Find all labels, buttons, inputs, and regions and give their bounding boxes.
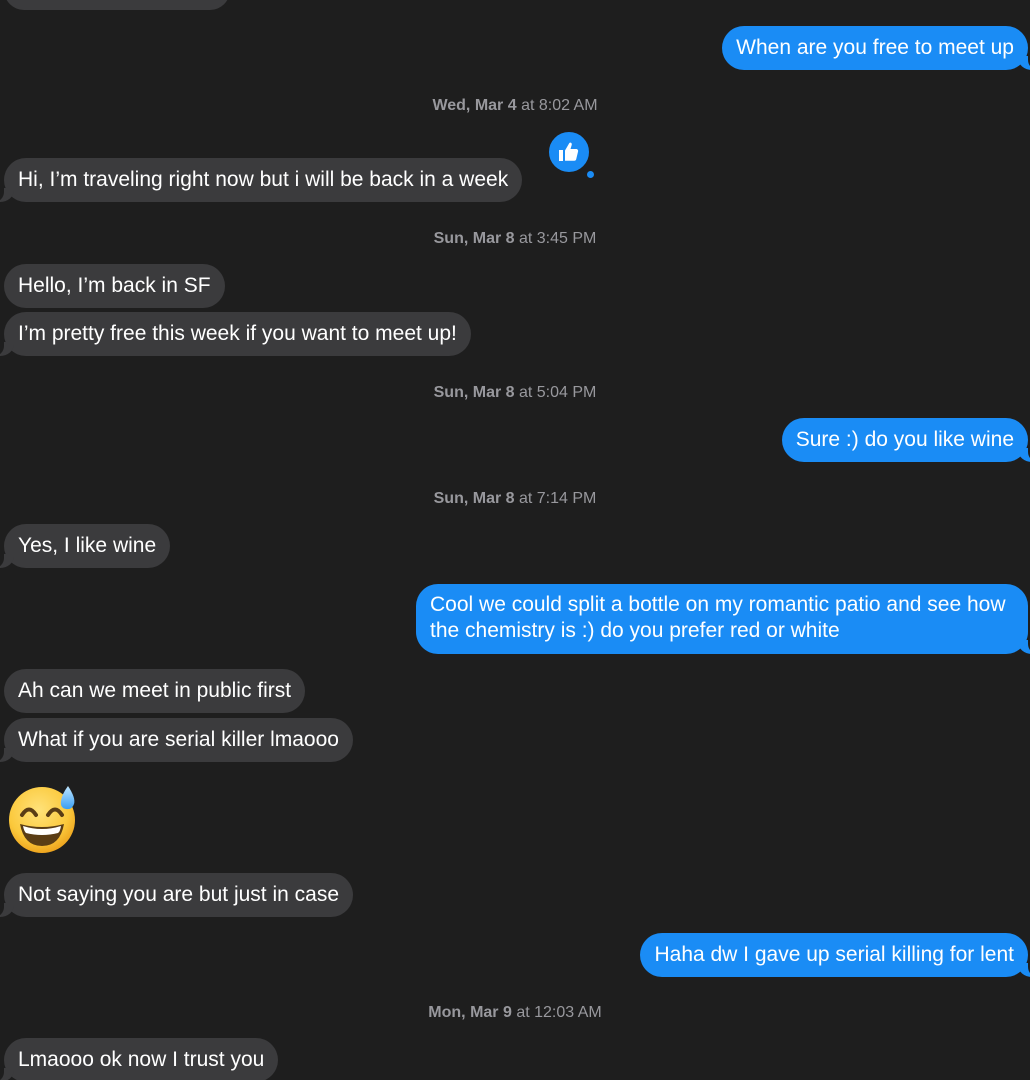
timestamp-time: at 3:45 PM bbox=[518, 230, 597, 247]
message-bubble-sent[interactable]: When are you free to meet up bbox=[722, 26, 1030, 70]
emoji-message[interactable] bbox=[8, 782, 80, 854]
message-bubble-sent[interactable]: Cool we could split a bottle on my roman… bbox=[416, 584, 1030, 654]
message-bubble-received[interactable]: Hi, I’m traveling right now but i will b… bbox=[0, 158, 523, 202]
message-text: Hello, I’m back in SF bbox=[18, 274, 211, 297]
timestamp-divider: Sun, Mar 8 at 5:04 PM bbox=[0, 384, 1030, 402]
message-text: Yes, I like wine bbox=[18, 534, 157, 557]
message-text: When are you free to meet up bbox=[736, 36, 1014, 59]
message-bubble-received[interactable]: I’m pretty free this week if you want to… bbox=[0, 312, 471, 356]
message-bubble-sent[interactable]: Haha dw I gave up serial killing for len… bbox=[640, 933, 1030, 977]
timestamp-day: Sun, Mar 8 bbox=[433, 384, 515, 401]
reaction-tail-dot bbox=[587, 171, 594, 178]
timestamp-time: at 7:14 PM bbox=[518, 490, 597, 507]
timestamp-time: at 5:04 PM bbox=[518, 384, 597, 401]
timestamp-divider: Sun, Mar 8 at 7:14 PM bbox=[0, 490, 1030, 508]
message-bubble-sent[interactable]: Sure :) do you like wine bbox=[781, 418, 1030, 462]
message-text: I’m pretty free this week if you want to… bbox=[18, 322, 457, 345]
message-bubble-received[interactable]: Lmaooo ok now I trust you bbox=[0, 1038, 279, 1080]
message-text: Haha dw I gave up serial killing for len… bbox=[654, 943, 1014, 966]
message-bubble-received[interactable]: What if you are serial killer lmaooo bbox=[0, 718, 353, 762]
timestamp-day: Sun, Mar 8 bbox=[433, 230, 515, 247]
timestamp-time: at 12:03 AM bbox=[516, 1004, 602, 1021]
timestamp-day: Wed, Mar 4 bbox=[432, 97, 517, 114]
message-bubble-received-partial[interactable] bbox=[4, 0, 230, 10]
message-text: Lmaooo ok now I trust you bbox=[18, 1048, 265, 1071]
tapback-reaction[interactable] bbox=[547, 130, 591, 174]
message-text: Ah can we meet in public first bbox=[18, 679, 292, 702]
message-text: What if you are serial killer lmaooo bbox=[18, 728, 339, 751]
message-text: Not saying you are but just in case bbox=[18, 883, 340, 906]
message-text: Hi, I’m traveling right now but i will b… bbox=[18, 168, 509, 191]
grinning-face-with-sweat-icon bbox=[9, 786, 75, 853]
message-text: Cool we could split a bottle on my roman… bbox=[430, 593, 1006, 642]
conversation-view[interactable]: When are you free to meet up Wed, Mar 4 … bbox=[0, 0, 1030, 1080]
timestamp-divider: Wed, Mar 4 at 8:02 AM bbox=[0, 97, 1030, 115]
message-bubble-received[interactable]: Ah can we meet in public first bbox=[4, 669, 306, 713]
timestamp-day: Mon, Mar 9 bbox=[428, 1004, 512, 1021]
thumbs-up-icon bbox=[559, 142, 579, 161]
timestamp-divider: Sun, Mar 8 at 3:45 PM bbox=[0, 230, 1030, 248]
timestamp-day: Sun, Mar 8 bbox=[433, 490, 515, 507]
message-bubble-received[interactable]: Not saying you are but just in case bbox=[0, 873, 354, 917]
message-text: Sure :) do you like wine bbox=[795, 428, 1014, 451]
timestamp-divider: Mon, Mar 9 at 12:03 AM bbox=[0, 1004, 1030, 1022]
message-bubble-received[interactable]: Yes, I like wine bbox=[0, 524, 171, 568]
timestamp-time: at 8:02 AM bbox=[521, 97, 598, 114]
message-bubble-received[interactable]: Hello, I’m back in SF bbox=[4, 264, 225, 308]
